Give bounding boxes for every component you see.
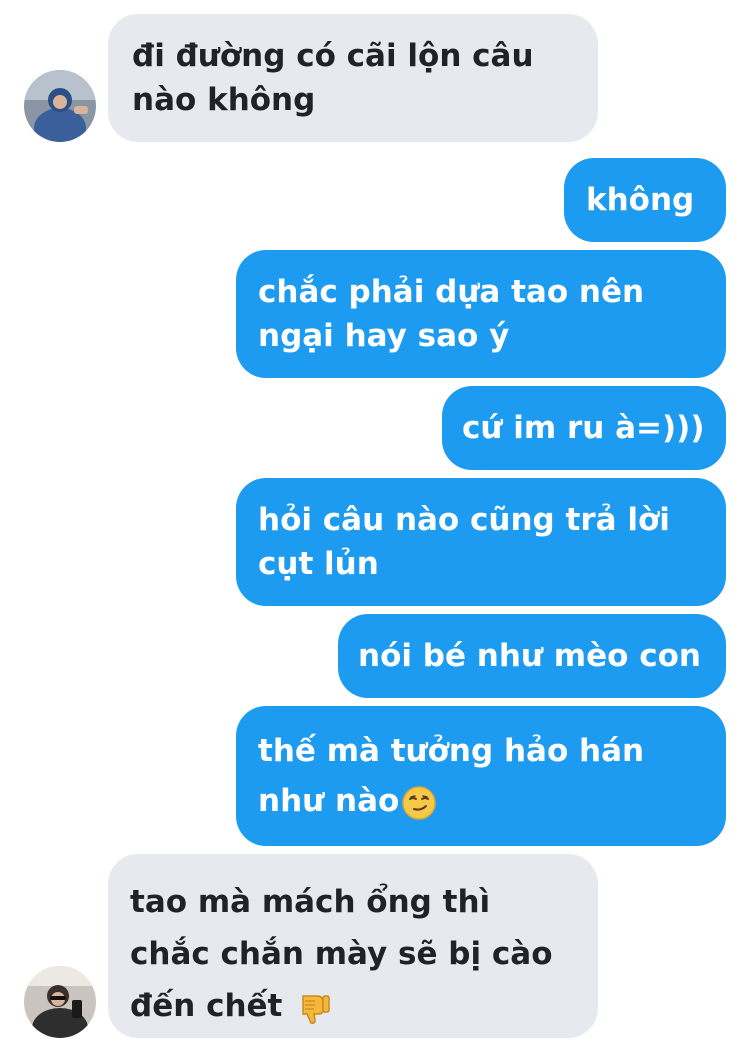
outgoing-message[interactable]: nói bé như mèo con xyxy=(338,614,726,698)
message-text-line: ngại hay sao ý xyxy=(258,318,510,354)
message-text-line: hỏi câu nào cũng trả lời xyxy=(258,502,670,538)
message-text-line: cứ im ru à=))) xyxy=(462,410,705,446)
message-text-line: thế mà tưởng hảo hán xyxy=(258,733,645,769)
smirking-face-emoji-icon xyxy=(402,785,437,820)
avatar-photo-icon xyxy=(24,70,96,142)
incoming-message[interactable]: đi đường có cãi lộn câu nào không xyxy=(108,14,598,142)
incoming-message[interactable]: tao mà mách ổng thì chắc chắn mày sẽ bị … xyxy=(108,854,598,1038)
outgoing-message[interactable]: thế mà tưởng hảo hán như nào xyxy=(236,706,726,846)
message-text-line: đi đường có cãi lộn câu xyxy=(132,38,534,74)
message-text-line: không xyxy=(586,182,695,218)
thumbs-down-emoji-icon xyxy=(302,994,330,1024)
outgoing-message[interactable]: chắc phải dựa tao nên ngại hay sao ý xyxy=(236,250,726,378)
message-text-line: nói bé như mèo con xyxy=(358,638,701,674)
message-text-line: tao mà mách ổng thì xyxy=(130,884,491,920)
avatar-photo-icon xyxy=(24,966,96,1038)
message-text: như nào xyxy=(258,783,400,819)
message-text-line-with-emoji: đến chết xyxy=(130,980,576,1032)
avatar[interactable] xyxy=(24,966,96,1038)
outgoing-message[interactable]: hỏi câu nào cũng trả lời cụt lủn xyxy=(236,478,726,606)
message-text-line: cụt lủn xyxy=(258,546,379,582)
message-text: đến chết xyxy=(130,988,283,1024)
outgoing-message[interactable]: cứ im ru à=))) xyxy=(442,386,726,470)
message-text-line-with-emoji: như nào xyxy=(258,776,704,826)
avatar[interactable] xyxy=(24,70,96,142)
message-text-line: chắc phải dựa tao nên xyxy=(258,274,645,310)
message-text-line: nào không xyxy=(132,82,316,118)
message-text-line: chắc chắn mày sẽ bị cào xyxy=(130,936,553,972)
outgoing-message[interactable]: không xyxy=(564,158,726,242)
